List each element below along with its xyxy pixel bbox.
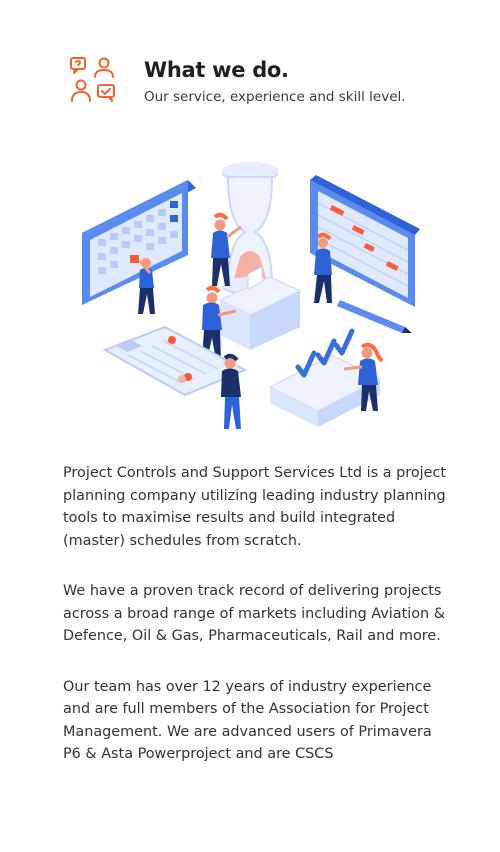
clipboard-document [102, 325, 248, 429]
project-planning-illustration [82, 162, 420, 429]
section-subtitle: Our service, experience and skill level. [144, 89, 406, 105]
left-schedule-board [82, 180, 196, 314]
team-support-icon [70, 57, 115, 102]
checklist-blocks [268, 328, 384, 427]
hourglass [211, 162, 278, 295]
section-title: What we do. [144, 58, 289, 82]
content-body: Project Controls and Support Services Lt… [63, 462, 448, 794]
section-header: What we do. Our service, experience and … [68, 55, 488, 115]
track-record-paragraph: We have a proven track record of deliver… [63, 583, 445, 644]
page: What we do. Our service, experience and … [0, 0, 500, 852]
intro-paragraph: Project Controls and Support Services Lt… [63, 465, 447, 549]
team-paragraph: Our team has over 12 years of industry e… [63, 678, 432, 763]
right-gantt-board [310, 175, 420, 333]
